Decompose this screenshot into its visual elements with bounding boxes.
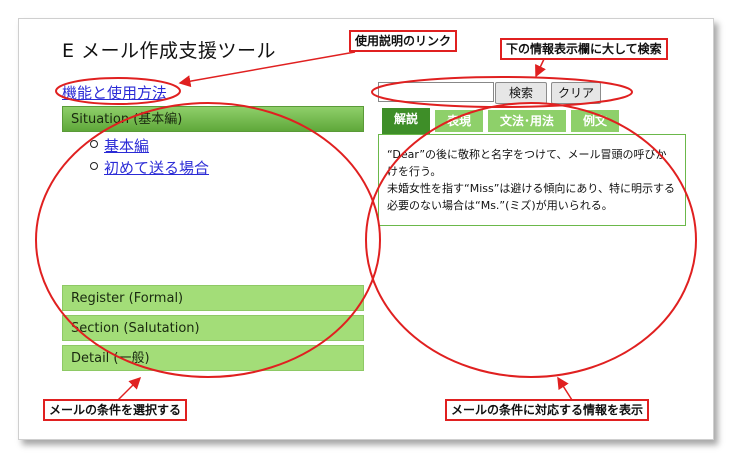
annotation-ellipse-right <box>365 102 697 378</box>
annotation-ellipse-search <box>371 76 633 108</box>
annotation-search: 下の情報表示欄に大して検索 <box>500 38 668 60</box>
annotation-ellipse-left <box>35 102 381 378</box>
annotation-overlay <box>35 51 697 401</box>
annotation-arrow-help <box>178 51 356 88</box>
annotation-arrow-left <box>117 376 142 401</box>
annotation-right-panel: メールの条件に対応する情報を表示 <box>445 399 650 421</box>
annotation-ellipse-help <box>55 77 181 105</box>
annotation-left-panel: メールの条件を選択する <box>43 399 188 421</box>
annotation-help-link: 使用説明のリンク <box>349 30 458 52</box>
annotation-arrow-right <box>557 376 573 401</box>
